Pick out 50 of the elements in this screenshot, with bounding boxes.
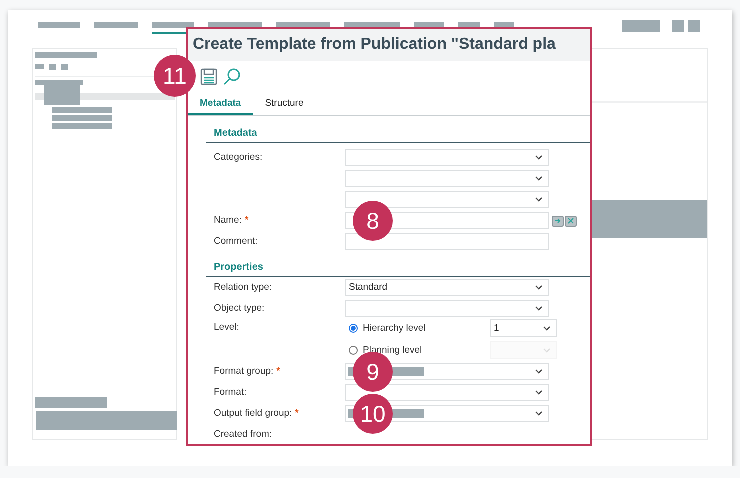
dropdown[interactable] — [345, 384, 549, 401]
insert-icon[interactable] — [552, 214, 564, 226]
field-label: Relation type: — [214, 282, 272, 293]
required-mark: * — [276, 366, 280, 377]
tab[interactable]: Metadata — [188, 93, 254, 115]
redacted-bar — [49, 64, 56, 70]
chevron-down-icon — [543, 348, 551, 352]
field-label: Level: — [214, 322, 240, 333]
redacted-bar — [61, 64, 68, 70]
chevron-down-icon — [543, 326, 551, 330]
dropdown[interactable]: Standard — [345, 279, 549, 296]
callout-badge: 9 — [353, 352, 393, 392]
required-mark: * — [295, 408, 299, 419]
text-field[interactable] — [345, 233, 549, 250]
save-icon[interactable] — [200, 68, 218, 86]
chevron-down-icon — [535, 197, 543, 202]
clear-icon[interactable] — [565, 214, 577, 226]
redacted-bar — [35, 52, 97, 58]
section-heading: Properties — [214, 262, 264, 275]
field-label: Format: — [214, 387, 247, 398]
field-label: Comment: — [214, 236, 258, 247]
dropdown[interactable] — [345, 191, 549, 208]
field-label: Categories: — [214, 152, 263, 163]
field-label: Object type: — [214, 303, 265, 314]
section-heading: Metadata — [214, 128, 258, 141]
search-icon[interactable] — [223, 68, 241, 86]
redacted-bar — [35, 64, 44, 69]
radio-label: Hierarchy level — [362, 322, 427, 334]
dialog-title: Create Template from Publication "Standard pla — [188, 29, 590, 61]
field-label: Created from: — [214, 429, 272, 440]
chevron-down-icon — [535, 155, 543, 160]
required-mark: * — [244, 215, 249, 226]
radio-button[interactable] — [349, 324, 358, 332]
redacted-bar — [52, 107, 112, 113]
chevron-down-icon — [535, 176, 543, 181]
redacted-bar — [52, 123, 112, 129]
chevron-down-icon — [535, 411, 543, 416]
callout-badge: 11 — [154, 55, 196, 97]
chevron-down-icon — [535, 390, 543, 395]
dropdown[interactable]: 1 — [490, 319, 557, 337]
callout-badge: 10 — [353, 394, 393, 434]
redacted-bar — [35, 397, 107, 408]
field-label: Output field group: — [214, 408, 292, 419]
chevron-down-icon — [535, 285, 543, 290]
field-label: Format group: — [214, 366, 274, 377]
redacted-bar — [52, 115, 112, 121]
tab[interactable]: Structure — [253, 93, 316, 115]
chevron-down-icon — [535, 306, 543, 311]
chevron-down-icon — [535, 369, 543, 374]
field-label: Name: — [214, 215, 242, 226]
